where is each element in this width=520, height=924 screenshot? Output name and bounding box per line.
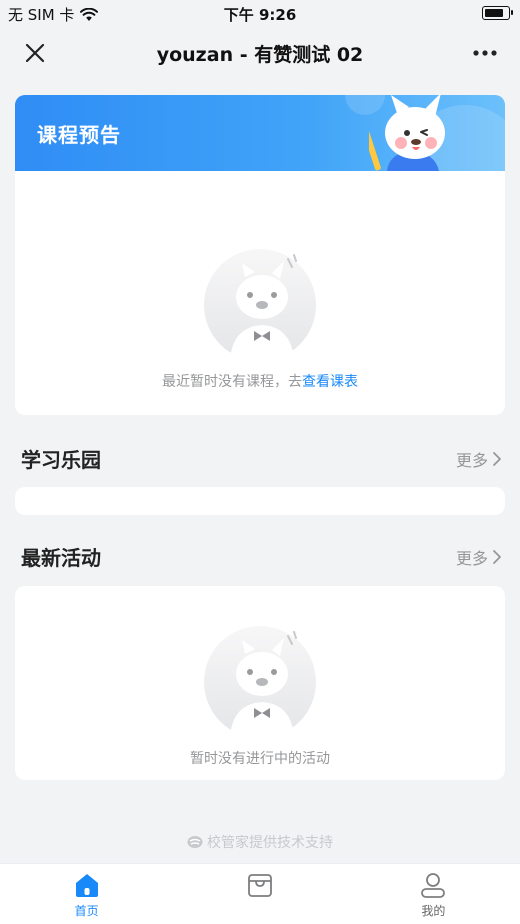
bottom-tab-bar: 首页 我的 <box>0 863 520 924</box>
nav-bar: youzan - 有赞测试 02 <box>0 26 520 80</box>
course-title: 课程预告 <box>37 123 121 147</box>
battery-level <box>485 9 504 17</box>
battery-icon <box>482 6 513 20</box>
store-icon <box>248 874 272 897</box>
tab-store[interactable] <box>173 864 346 924</box>
view-schedule-link[interactable]: 查看课表 <box>302 374 358 390</box>
activities-card: 暂时没有进行中的活动 <box>15 586 505 780</box>
activities-more-link[interactable]: 更多 <box>456 545 502 569</box>
activities-section-header: 最新活动 更多 <box>0 536 520 576</box>
course-empty-text: 最近暂时没有课程，去 <box>162 374 302 390</box>
close-icon[interactable] <box>20 38 50 68</box>
activities-section-title: 最新活动 <box>21 546 101 570</box>
more-icon[interactable] <box>468 39 502 67</box>
activities-more-label: 更多 <box>455 549 488 568</box>
learning-more-link[interactable]: 更多 <box>456 447 502 471</box>
brand-logo-icon <box>187 836 203 848</box>
tab-home-label: 首页 <box>74 904 99 918</box>
tab-home[interactable]: 首页 <box>0 864 173 924</box>
tab-profile[interactable]: 我的 <box>347 864 520 924</box>
tech-support-note: 校管家提供技术支持 <box>0 832 520 852</box>
status-time: 下午 9:26 <box>223 6 297 24</box>
home-icon <box>75 874 98 897</box>
learning-section-title: 学习乐园 <box>21 448 101 472</box>
chevron-right-icon <box>493 550 501 564</box>
page-title: youzan - 有赞测试 02 <box>156 44 364 66</box>
course-preview-card: 课程预告 最近暂时没有课程，去查看课表 <box>15 95 505 415</box>
learning-card <box>15 487 505 515</box>
course-empty-state: 最近暂时没有课程，去查看课表 <box>15 245 505 391</box>
empty-illustration <box>204 626 316 738</box>
chevron-right-icon <box>493 452 501 466</box>
course-header: 课程预告 <box>15 95 505 171</box>
learning-more-label: 更多 <box>455 451 488 470</box>
activities-empty-state: 暂时没有进行中的活动 <box>15 622 505 768</box>
user-icon <box>421 873 446 898</box>
course-empty-message: 最近暂时没有课程，去查看课表 <box>15 371 505 391</box>
status-bar: 无 SIM 卡 下午 9:26 <box>0 0 520 26</box>
empty-illustration <box>204 249 316 361</box>
tab-profile-label: 我的 <box>421 904 446 918</box>
activities-empty-message: 暂时没有进行中的活动 <box>190 751 330 767</box>
learning-section-header: 学习乐园 更多 <box>0 438 520 478</box>
mascot-illustration <box>369 95 445 171</box>
tech-support-text: 校管家提供技术支持 <box>207 835 333 851</box>
